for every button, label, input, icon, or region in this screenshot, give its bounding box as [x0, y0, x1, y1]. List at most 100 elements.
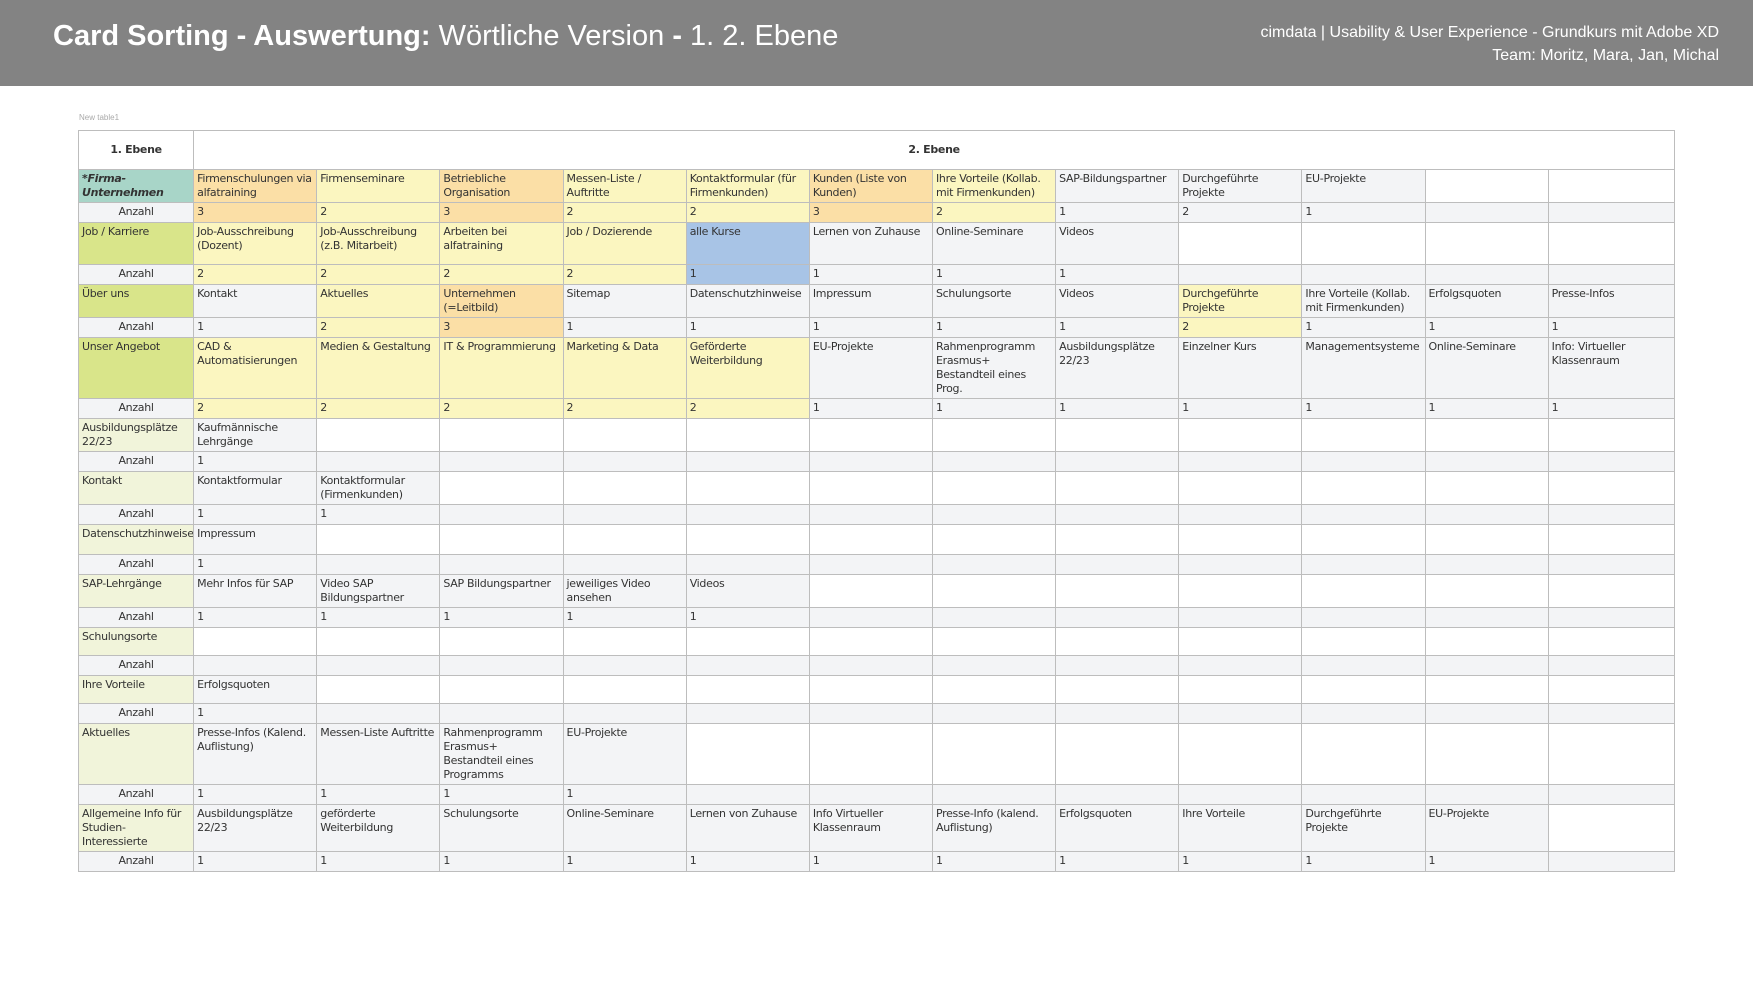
count-cell: [1424, 202, 1549, 223]
count-cell: [685, 554, 810, 575]
count-cell: 1: [931, 851, 1057, 872]
count-cell: 1: [1178, 398, 1303, 419]
count-cell: [1055, 655, 1180, 676]
level2-card: Marketing & Data: [562, 337, 687, 399]
count-cell: 2: [1178, 317, 1303, 338]
count-cell: [1055, 451, 1180, 472]
header-row: 1. Ebene 2. Ebene: [77, 130, 1675, 170]
group-row: Ihre Vorteile Erfolgsquoten: [77, 675, 1676, 704]
count-cell: [562, 504, 687, 525]
level2-card: Kontakt: [193, 284, 318, 318]
level2-card: [931, 471, 1057, 505]
level2-card: [808, 675, 933, 704]
count-cell: [685, 504, 810, 525]
page-title: Card Sorting - Auswertung: Wörtliche Ver…: [53, 20, 838, 53]
level2-card: SAP Bildungspartner: [439, 574, 564, 608]
title-level: 1. 2. Ebene: [690, 20, 839, 52]
level2-card: [316, 675, 441, 704]
count-cell: 1: [562, 317, 687, 338]
count-cell: [439, 655, 564, 676]
level2-card: [1301, 524, 1426, 555]
count-cell: 1: [193, 607, 318, 628]
level2-card: [562, 471, 687, 505]
level2-card: [439, 524, 564, 555]
level2-card: Schulungsorte: [931, 284, 1057, 318]
level1-category: Allgemeine Info für Studien-Interessiert…: [77, 804, 195, 852]
count-cell: 1: [562, 607, 687, 628]
level2-card: Ihre Vorteile: [1178, 804, 1303, 852]
level2-card: [808, 723, 933, 785]
count-cell: 1: [931, 264, 1057, 285]
level2-card: [1547, 222, 1676, 265]
level2-card: [1178, 574, 1303, 608]
count-row: Anzahl 1: [77, 703, 1676, 724]
group-row: Schulungsorte: [77, 627, 1676, 656]
count-label: Anzahl: [77, 703, 195, 724]
count-label: Anzahl: [77, 607, 195, 628]
level2-card: [1424, 574, 1549, 608]
level2-card: Impressum: [193, 524, 318, 555]
count-cell: 1: [193, 317, 318, 338]
level2-card: [1055, 418, 1180, 452]
level2-card: CAD & Automatisierungen: [193, 337, 318, 399]
level2-card: SAP-Bildungspartner: [1055, 169, 1180, 203]
level2-card: IT & Programmierung: [439, 337, 564, 399]
count-cell: [1178, 554, 1303, 575]
count-cell: [316, 554, 441, 575]
level2-card: Job-Ausschreibung (z.B. Mitarbeit): [316, 222, 441, 265]
count-cell: [1301, 504, 1426, 525]
card-sorting-table: 1. Ebene 2. Ebene *Firma-Unternehmen Firm…: [77, 130, 1676, 872]
level2-card: [931, 627, 1057, 656]
count-cell: 2: [316, 264, 441, 285]
level2-card: [1547, 418, 1676, 452]
level2-card: [562, 418, 687, 452]
count-cell: 1: [193, 703, 318, 724]
level2-card: Online-Seminare: [562, 804, 687, 852]
level1-category: Kontakt: [77, 471, 195, 505]
level2-card: [1301, 418, 1426, 452]
count-cell: 3: [439, 317, 564, 338]
count-cell: 2: [439, 398, 564, 419]
level1-category: Über uns: [77, 284, 195, 318]
group-row: SAP-Lehrgänge Mehr Infos für SAP Video SAP…: [77, 574, 1676, 608]
level2-card: EU-Projekte: [808, 337, 933, 399]
count-cell: 1: [193, 784, 318, 805]
count-cell: [1301, 655, 1426, 676]
level2-card: Erfolgsquoten: [1424, 284, 1549, 318]
title-separator: -: [672, 20, 682, 52]
level2-card: [1547, 169, 1676, 203]
level2-card: Medien & Gestaltung: [316, 337, 441, 399]
count-cell: [1547, 784, 1676, 805]
level2-card: [1424, 627, 1549, 656]
count-cell: [931, 504, 1057, 525]
level1-category: Aktuelles: [77, 723, 195, 785]
level2-card: Messen-Liste Auftritte: [316, 723, 441, 785]
level2-card: [931, 574, 1057, 608]
count-cell: [931, 784, 1057, 805]
count-cell: [1547, 851, 1676, 872]
count-cell: [1178, 264, 1303, 285]
count-label: Anzahl: [77, 554, 195, 575]
count-cell: [316, 703, 441, 724]
level2-card: geförderte Weiterbildung: [316, 804, 441, 852]
level2-card: [1055, 723, 1180, 785]
group-row: Über uns Kontakt Aktuelles Unternehmen (=Le…: [77, 284, 1676, 318]
level2-card: [1424, 222, 1549, 265]
level2-card: Erfolgsquoten: [193, 675, 318, 704]
count-label: Anzahl: [77, 398, 195, 419]
level2-card: EU-Projekte: [1301, 169, 1426, 203]
level2-card: [1055, 627, 1180, 656]
count-cell: [1301, 264, 1426, 285]
count-label: Anzahl: [77, 655, 195, 676]
level2-card: [439, 471, 564, 505]
count-cell: [1424, 703, 1549, 724]
count-cell: 1: [1055, 317, 1180, 338]
level1-category: *Firma-Unternehmen: [77, 169, 195, 203]
count-row: Anzahl 1 1: [77, 504, 1676, 525]
count-cell: [931, 655, 1057, 676]
page-header: Card Sorting - Auswertung: Wörtliche Ver…: [0, 0, 1753, 86]
level2-card: [1055, 524, 1180, 555]
level2-card: Aktuelles: [316, 284, 441, 318]
level2-header: 2. Ebene: [193, 130, 1675, 170]
level2-card: Job-Ausschreibung (Dozent): [193, 222, 318, 265]
